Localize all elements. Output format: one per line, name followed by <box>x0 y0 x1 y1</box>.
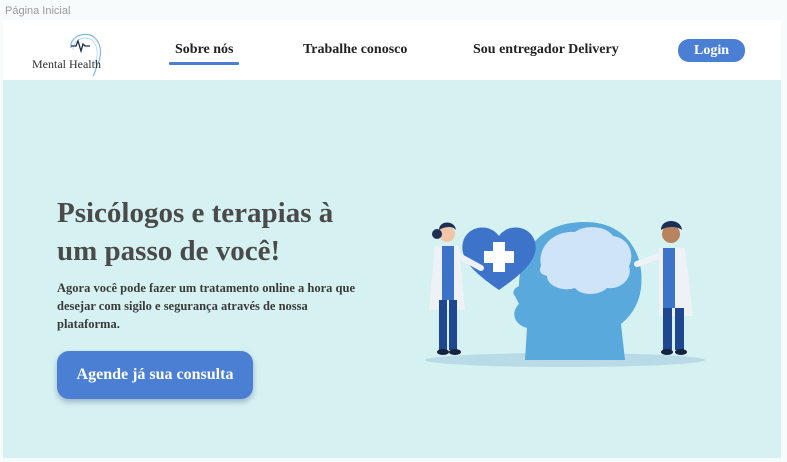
schedule-consultation-button[interactable]: Agende já sua consulta <box>57 351 253 399</box>
logo[interactable]: Mental Health <box>23 26 123 78</box>
browser-viewport: Mental Health Sobre nós Trabalhe conosco… <box>3 20 781 458</box>
mental-health-illustration <box>425 221 705 367</box>
hero-description: Agora você pode fazer um tratamento onli… <box>57 281 355 331</box>
page-title: Página Inicial <box>5 5 71 17</box>
nav-link-sobre-nos[interactable]: Sobre nós <box>168 42 241 65</box>
hero-section: Psicólogos e terapias à um passo de você… <box>3 80 781 458</box>
nav-link-entregador-delivery[interactable]: Sou entregador Delivery <box>473 42 619 58</box>
login-button[interactable]: Login <box>678 39 745 62</box>
top-navigation: Mental Health Sobre nós Trabalhe conosco… <box>3 20 781 80</box>
logo-text: Mental Health <box>32 57 101 71</box>
hero-title: Psicólogos e terapias à um passo de você… <box>57 197 334 267</box>
nav-link-trabalhe-conosco[interactable]: Trabalhe conosco <box>303 42 407 58</box>
